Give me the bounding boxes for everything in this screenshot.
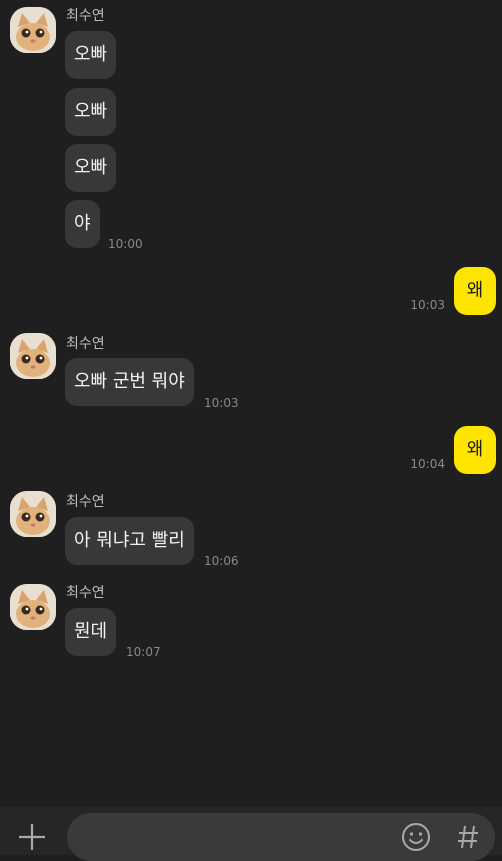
received-message-bubble[interactable]: 오빠 xyxy=(65,31,117,79)
message-time: 10:07 xyxy=(126,645,161,659)
sent-message-bubble[interactable]: 왜 xyxy=(454,267,496,315)
message-time: 10:03 xyxy=(204,396,239,410)
cat-avatar-icon xyxy=(10,584,56,630)
hashtag-search-button[interactable] xyxy=(452,821,484,853)
emoji-icon xyxy=(402,823,430,851)
sender-name: 최수연 xyxy=(66,585,105,601)
sender-name: 최수연 xyxy=(66,336,105,352)
sender-name: 최수연 xyxy=(66,8,105,24)
contact-avatar[interactable] xyxy=(10,333,56,379)
contact-avatar[interactable] xyxy=(10,584,56,630)
received-message-bubble[interactable]: 뭔데 xyxy=(65,608,117,656)
received-message-bubble[interactable]: 오빠 xyxy=(65,88,117,136)
sender-name: 최수연 xyxy=(66,494,105,510)
plus-icon xyxy=(19,824,45,850)
received-message-bubble[interactable]: 오빠 군번 뭐야 xyxy=(65,358,194,406)
sent-message-bubble[interactable]: 왜 xyxy=(454,426,496,474)
message-time: 10:06 xyxy=(204,554,239,568)
received-message-bubble[interactable]: 오빠 xyxy=(65,144,117,192)
cat-avatar-icon xyxy=(10,7,56,53)
attach-button[interactable] xyxy=(12,817,52,857)
received-message-bubble[interactable]: 야 xyxy=(65,200,100,248)
cat-avatar-icon xyxy=(10,491,56,537)
message-time: 10:03 xyxy=(410,298,445,312)
contact-avatar[interactable] xyxy=(10,491,56,537)
received-message-bubble[interactable]: 아 뭐냐고 빨리 xyxy=(65,517,194,565)
message-input-bar xyxy=(0,807,502,861)
cat-avatar-icon xyxy=(10,333,56,379)
contact-avatar[interactable] xyxy=(10,7,56,53)
message-time: 10:04 xyxy=(410,457,445,471)
message-time: 10:00 xyxy=(108,237,143,251)
hashtag-icon xyxy=(458,825,478,849)
emoji-button[interactable] xyxy=(400,821,432,853)
